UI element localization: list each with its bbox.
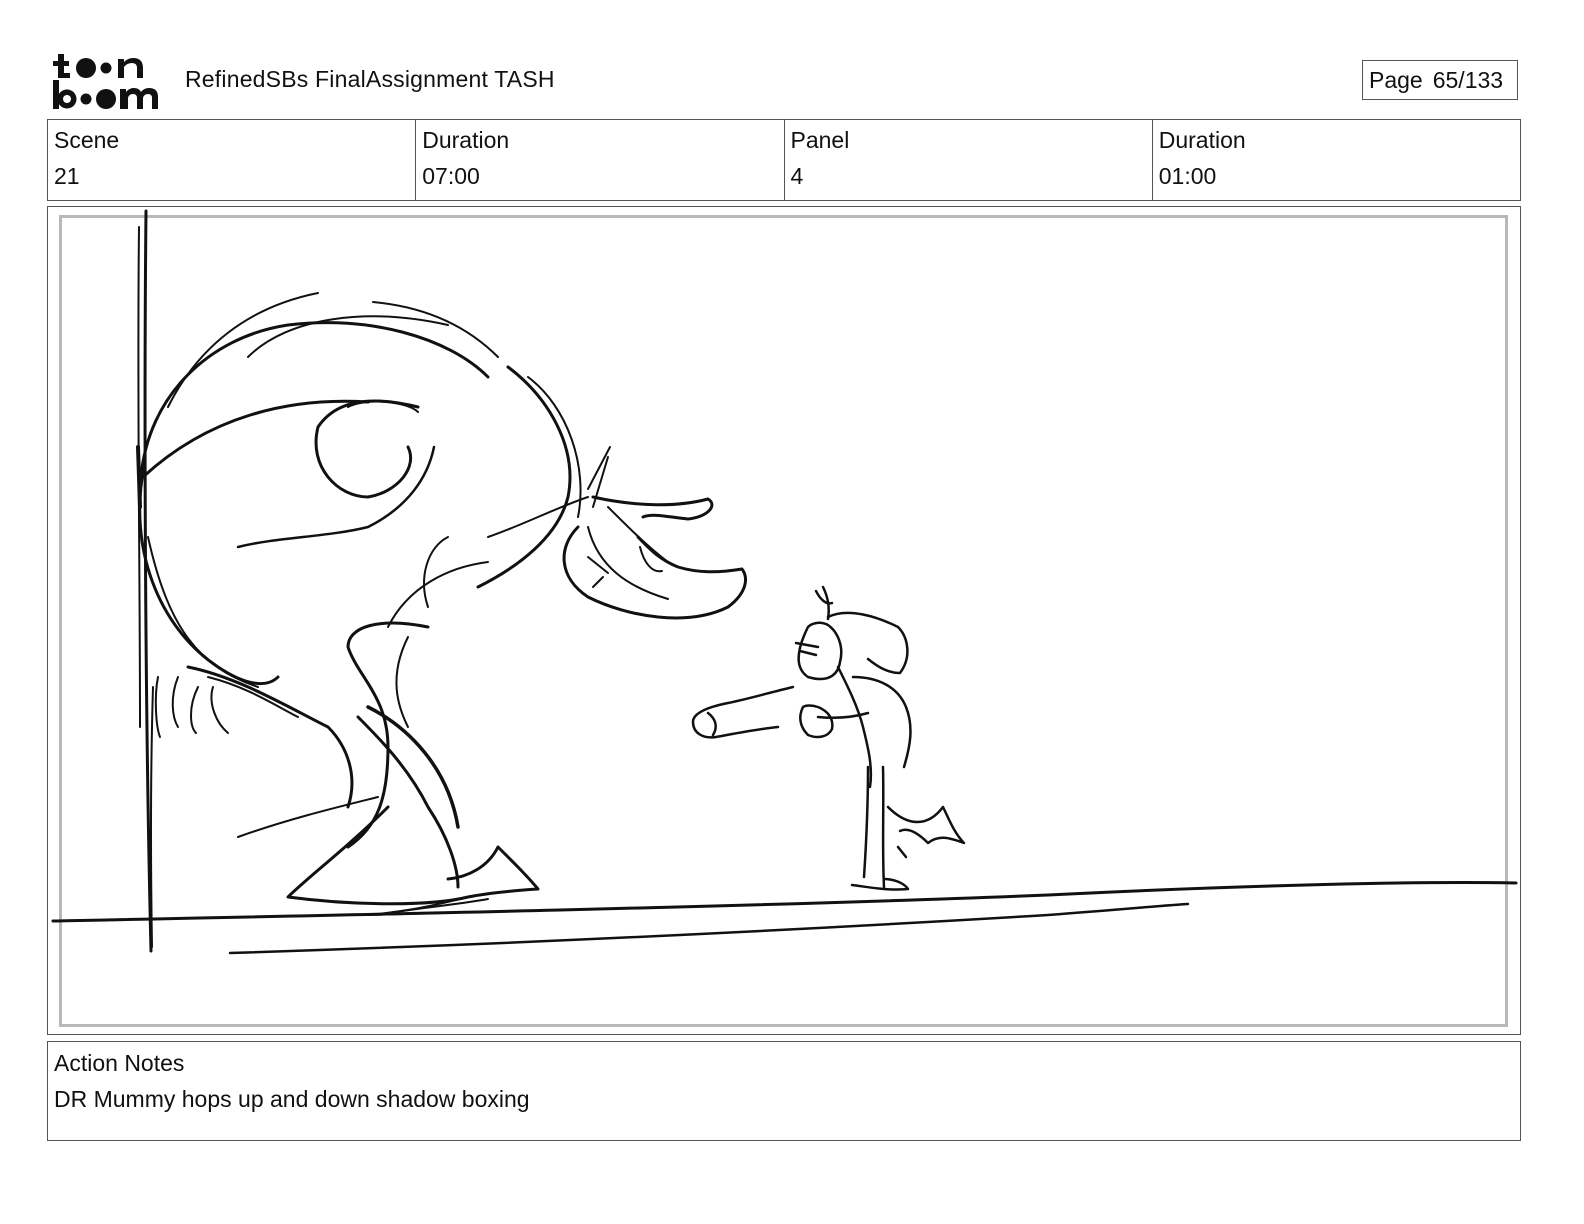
scene-label: Scene bbox=[54, 127, 120, 153]
action-notes-box: Action Notes DR Mummy hops up and down s… bbox=[47, 1041, 1521, 1141]
page-label: Page bbox=[1369, 67, 1423, 93]
scene-cell: Scene 21 bbox=[48, 120, 417, 200]
monster-figure bbox=[138, 292, 747, 916]
scene-value: 21 bbox=[54, 163, 80, 189]
action-notes-label: Action Notes bbox=[54, 1050, 185, 1076]
page-number: 65/133 bbox=[1432, 67, 1504, 93]
storyboard-sketch bbox=[51, 209, 1518, 955]
toonboom-logo bbox=[52, 52, 164, 112]
scene-info-table: Scene 21 Duration 07:00 Panel 4 Duration… bbox=[47, 119, 1521, 201]
panel-duration-label: Duration bbox=[1158, 127, 1246, 153]
scene-duration-cell: Duration 07:00 bbox=[416, 120, 785, 200]
panel-label: Panel bbox=[790, 127, 850, 153]
ground-lines bbox=[51, 881, 1518, 955]
scene-duration-label: Duration bbox=[422, 127, 510, 153]
document-title: RefinedSBs FinalAssignment TASH bbox=[185, 66, 555, 92]
panel-duration-value: 01:00 bbox=[1158, 163, 1217, 189]
panel-duration-cell: Duration 01:00 bbox=[1153, 120, 1520, 200]
panel-value: 4 bbox=[790, 163, 804, 189]
storyboard-panel bbox=[47, 206, 1521, 1035]
page-indicator: Page 65/133 bbox=[1362, 60, 1518, 100]
small-figure bbox=[691, 585, 966, 891]
panel-cell: Panel 4 bbox=[785, 120, 1153, 200]
scene-duration-value: 07:00 bbox=[422, 163, 480, 189]
action-notes-text: DR Mummy hops up and down shadow boxing bbox=[54, 1086, 530, 1112]
